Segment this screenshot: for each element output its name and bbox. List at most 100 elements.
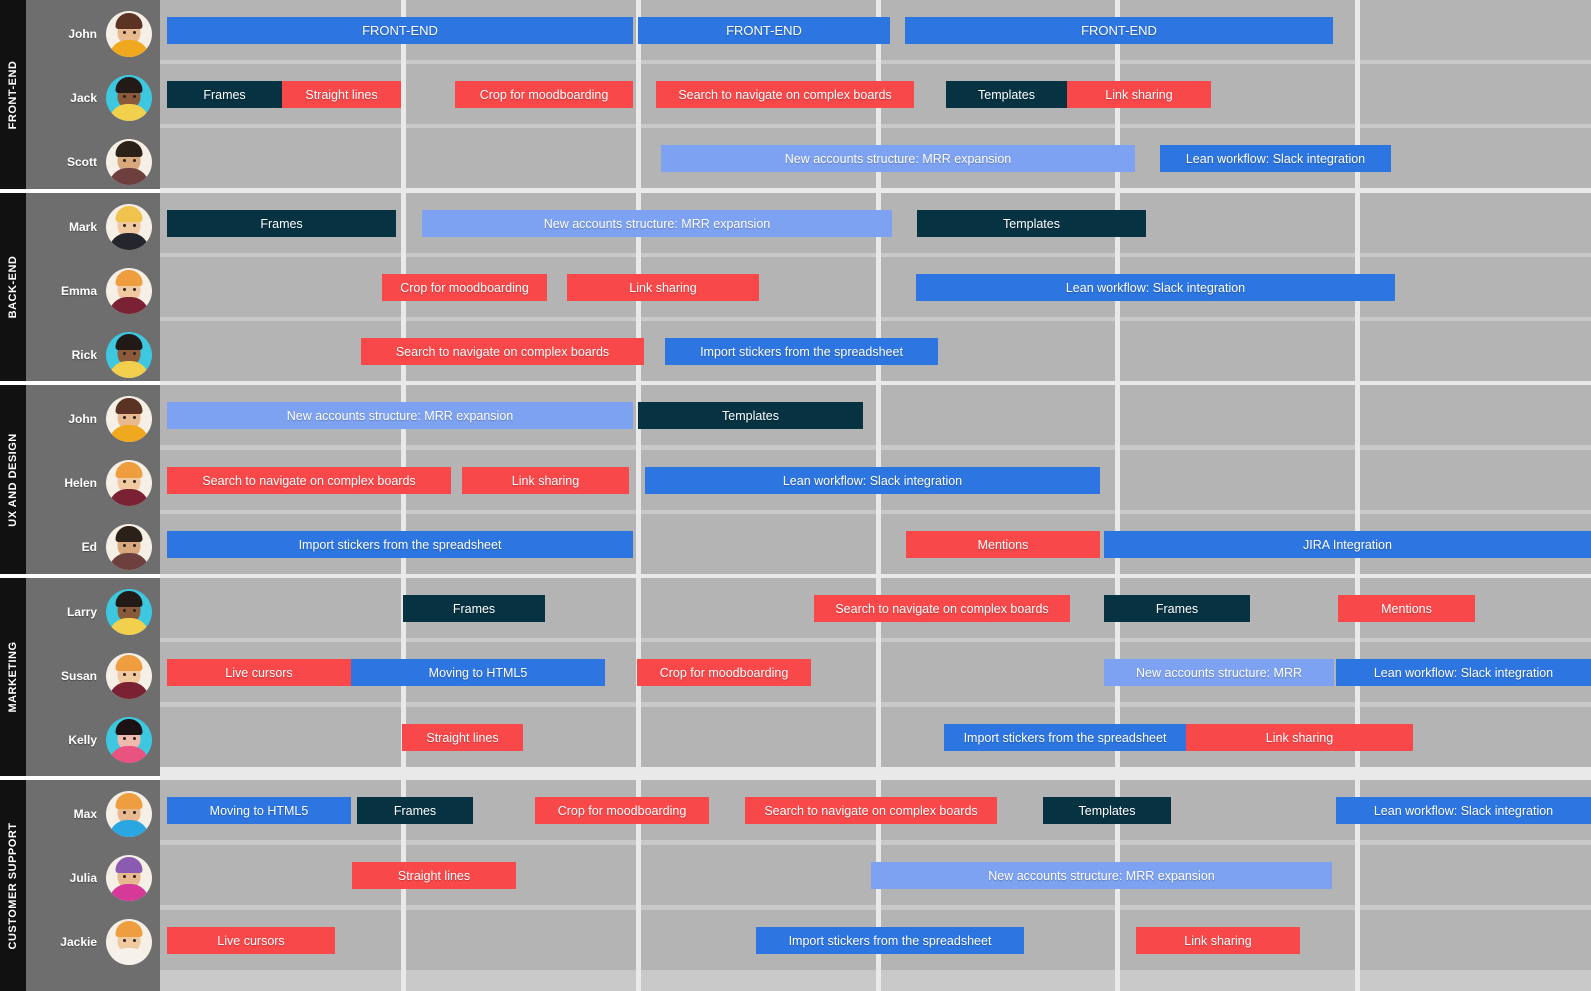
- task-bar[interactable]: Frames: [403, 595, 545, 622]
- task-bar[interactable]: Crop for moodboarding: [455, 81, 633, 108]
- task-bar[interactable]: Live cursors: [167, 927, 335, 954]
- person-row[interactable]: Julia: [26, 846, 160, 909]
- person-row[interactable]: Emma: [26, 259, 160, 322]
- avatar: [106, 652, 152, 699]
- person-row[interactable]: Scott: [26, 130, 160, 193]
- person-row[interactable]: Helen: [26, 451, 160, 514]
- person-row[interactable]: Kelly: [26, 708, 160, 771]
- task-bar[interactable]: Templates: [1043, 797, 1171, 824]
- task-bar[interactable]: Moving to HTML5: [351, 659, 605, 686]
- person-name: Jack: [70, 90, 97, 105]
- task-bar[interactable]: Crop for moodboarding: [535, 797, 709, 824]
- person-name: Max: [73, 806, 97, 821]
- task-bar[interactable]: Straight lines: [282, 81, 401, 108]
- task-bar[interactable]: Lean workflow: Slack integration: [645, 467, 1100, 494]
- task-bar[interactable]: Mentions: [906, 531, 1100, 558]
- task-bar[interactable]: Lean workflow: Slack integration: [1336, 797, 1591, 824]
- group-label-tab: CUSTOMER SUPPORT: [0, 780, 26, 991]
- team-group-front-end: FRONT-END John Jack Scott: [0, 0, 160, 189]
- avatar: [106, 918, 152, 965]
- task-bar[interactable]: New accounts structure: MRR expansion: [661, 145, 1135, 172]
- person-name: John: [68, 411, 97, 426]
- column-divider-2: [636, 0, 641, 991]
- task-bar[interactable]: Frames: [357, 797, 473, 824]
- group-name: BACK-END: [7, 255, 19, 319]
- task-bar[interactable]: Moving to HTML5: [167, 797, 351, 824]
- group-name: CUSTOMER SUPPORT: [7, 822, 19, 949]
- task-bar[interactable]: Link sharing: [567, 274, 759, 301]
- avatar: [106, 523, 152, 570]
- avatar: [106, 459, 152, 506]
- avatar: [106, 854, 152, 901]
- avatar: [106, 10, 152, 57]
- person-row[interactable]: John: [26, 387, 160, 450]
- task-bar[interactable]: Lean workflow: Slack integration: [1336, 659, 1591, 686]
- task-bar[interactable]: Import stickers from the spreadsheet: [756, 927, 1024, 954]
- task-bar[interactable]: Search to navigate on complex boards: [745, 797, 997, 824]
- task-bar[interactable]: Search to navigate on complex boards: [814, 595, 1070, 622]
- group-label-tab: UX AND DESIGN: [0, 385, 26, 574]
- person-name: Scott: [67, 154, 97, 169]
- task-bar[interactable]: JIRA Integration: [1104, 531, 1591, 558]
- person-name: Helen: [64, 475, 97, 490]
- group-people-list: Max Julia Jackie: [26, 780, 160, 991]
- task-bar[interactable]: Link sharing: [462, 467, 629, 494]
- task-bar[interactable]: Search to navigate on complex boards: [656, 81, 914, 108]
- person-name: John: [68, 26, 97, 41]
- person-row[interactable]: Max: [26, 782, 160, 845]
- person-row[interactable]: Jackie: [26, 910, 160, 973]
- task-bar[interactable]: Templates: [917, 210, 1146, 237]
- task-bar[interactable]: Straight lines: [402, 724, 523, 751]
- person-row[interactable]: Ed: [26, 515, 160, 578]
- person-name: Jackie: [60, 934, 97, 949]
- task-bar[interactable]: Templates: [638, 402, 863, 429]
- task-bar[interactable]: Import stickers from the spreadsheet: [944, 724, 1186, 751]
- task-bar[interactable]: Mentions: [1338, 595, 1475, 622]
- person-row[interactable]: John: [26, 2, 160, 65]
- person-row[interactable]: Jack: [26, 66, 160, 129]
- task-bar[interactable]: FRONT-END: [905, 17, 1333, 44]
- task-bar[interactable]: New accounts structure: MRR expansion: [871, 862, 1332, 889]
- avatar: [106, 716, 152, 763]
- task-bar[interactable]: New accounts structure: MRR expansion: [422, 210, 892, 237]
- team-group-customer-support: CUSTOMER SUPPORT Max Julia Jackie: [0, 780, 160, 991]
- task-bar[interactable]: FRONT-END: [638, 17, 890, 44]
- task-bar[interactable]: Crop for moodboarding: [382, 274, 547, 301]
- task-bar[interactable]: Lean workflow: Slack integration: [1160, 145, 1391, 172]
- task-bar[interactable]: Frames: [167, 81, 282, 108]
- person-name: Mark: [68, 219, 97, 234]
- person-row[interactable]: Susan: [26, 644, 160, 707]
- avatar: [106, 790, 152, 837]
- task-bar[interactable]: Link sharing: [1186, 724, 1413, 751]
- avatar: [106, 588, 152, 635]
- person-name: Ed: [81, 539, 97, 554]
- task-bar[interactable]: Crop for moodboarding: [637, 659, 811, 686]
- gantt-board: FRONT-END John Jack Scott BACK-END Mark Emma Ri…: [0, 0, 1591, 991]
- group-people-list: John Helen Ed: [26, 385, 160, 574]
- task-bar[interactable]: Import stickers from the spreadsheet: [665, 338, 938, 365]
- person-row[interactable]: Larry: [26, 580, 160, 643]
- task-bar[interactable]: FRONT-END: [167, 17, 633, 44]
- person-name: Susan: [60, 668, 97, 683]
- task-bar[interactable]: Link sharing: [1067, 81, 1211, 108]
- task-bar[interactable]: New accounts structure: MRR expansion: [167, 402, 633, 429]
- avatar: [106, 203, 152, 250]
- person-row[interactable]: Mark: [26, 195, 160, 258]
- timeline-grid[interactable]: FRONT-END FRONT-END FRONT-END Frames Straigh…: [160, 0, 1591, 991]
- task-bar[interactable]: Import stickers from the spreadsheet: [167, 531, 633, 558]
- avatar: [106, 267, 152, 314]
- person-name: Julia: [69, 870, 97, 885]
- task-bar[interactable]: Search to navigate on complex boards: [167, 467, 451, 494]
- task-bar[interactable]: Lean workflow: Slack integration: [916, 274, 1395, 301]
- group-name: MARKETING: [7, 641, 19, 713]
- task-bar[interactable]: Link sharing: [1136, 927, 1300, 954]
- task-bar[interactable]: New accounts structure: MRR: [1104, 659, 1334, 686]
- task-bar[interactable]: Templates: [946, 81, 1067, 108]
- team-group-back-end: BACK-END Mark Emma Rick: [0, 193, 160, 381]
- task-bar[interactable]: Frames: [1104, 595, 1250, 622]
- person-row[interactable]: Rick: [26, 323, 160, 386]
- task-bar[interactable]: Search to navigate on complex boards: [361, 338, 644, 365]
- task-bar[interactable]: Live cursors: [167, 659, 351, 686]
- task-bar[interactable]: Frames: [167, 210, 396, 237]
- task-bar[interactable]: Straight lines: [352, 862, 516, 889]
